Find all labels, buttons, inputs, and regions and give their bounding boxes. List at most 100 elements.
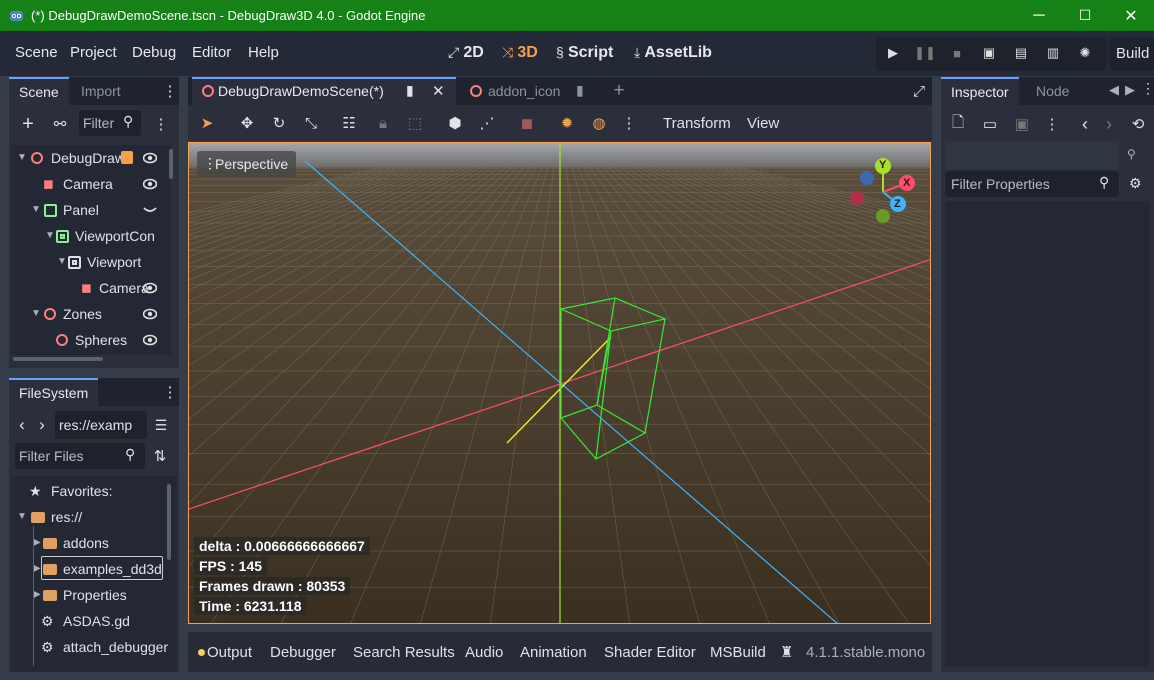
update-spinner-icon[interactable]: ♜ bbox=[780, 643, 793, 661]
list-item[interactable]: ⚙ ASDAS.gd bbox=[11, 608, 177, 634]
tab-scene[interactable]: Scene bbox=[9, 77, 69, 105]
distraction-free-icon[interactable]: ⤢ bbox=[908, 80, 930, 102]
snap-icon[interactable]: ⋰ bbox=[476, 112, 498, 134]
link-icon[interactable]: ⚯ bbox=[49, 113, 71, 135]
next-dock-icon[interactable]: ▶ bbox=[1125, 82, 1135, 98]
list-item[interactable]: ⚙ attach_debugger bbox=[11, 634, 177, 660]
tools-icon[interactable]: ⚙ bbox=[1129, 175, 1142, 192]
build-button[interactable]: Build bbox=[1110, 37, 1154, 71]
list-select-icon[interactable]: ☷ bbox=[338, 112, 360, 134]
tab-filesystem[interactable]: FileSystem bbox=[9, 378, 99, 406]
history-forward-icon[interactable]: › bbox=[1101, 113, 1117, 135]
tab-import[interactable]: Import bbox=[71, 77, 131, 105]
tab-inspector[interactable]: Inspector bbox=[941, 77, 1019, 105]
menu-help[interactable]: Help bbox=[248, 44, 279, 61]
workspace-3d-button[interactable]: ⤨ 3D bbox=[502, 44, 538, 62]
lock-icon[interactable]: 🔒︎ bbox=[372, 112, 394, 134]
environment-icon[interactable]: ◍ bbox=[588, 112, 610, 134]
maximize-button[interactable]: ☐ bbox=[1062, 0, 1108, 31]
menu-project[interactable]: Project bbox=[70, 44, 117, 61]
new-tab-icon[interactable]: + bbox=[608, 80, 630, 102]
visibility-eye-icon[interactable] bbox=[143, 307, 157, 321]
stop-icon[interactable]: ■ bbox=[943, 39, 971, 67]
rotate-tool-icon[interactable]: ↻ bbox=[268, 112, 290, 134]
file-tree-vscrollbar[interactable] bbox=[167, 484, 171, 560]
scene-filter-input[interactable]: Filter ⚲ bbox=[79, 110, 141, 136]
path-field[interactable]: res://examp bbox=[55, 411, 147, 439]
filter-properties-input[interactable]: Filter Properties ⚲ bbox=[945, 171, 1119, 197]
tab-search-results[interactable]: Search Results bbox=[353, 644, 455, 661]
workspace-script-button[interactable]: § Script bbox=[556, 44, 613, 62]
transform-menu[interactable]: Transform bbox=[663, 115, 731, 132]
tab-debugdrawdemoscene[interactable]: DebugDrawDemoScene(*) ▮ ✕ bbox=[192, 77, 456, 105]
dock-menu-icon[interactable]: ⋮ bbox=[1141, 80, 1154, 97]
close-icon[interactable]: ✕ bbox=[432, 82, 445, 100]
play-scene-icon[interactable]: ▤ bbox=[1007, 39, 1035, 67]
object-selector[interactable] bbox=[945, 141, 1119, 169]
list-item[interactable]: ★ Favorites: bbox=[11, 478, 177, 504]
move-tool-icon[interactable]: ✥ bbox=[236, 112, 258, 134]
list-item[interactable]: ▶ Properties bbox=[11, 582, 177, 608]
close-window-button[interactable]: ✕ bbox=[1108, 0, 1154, 31]
menu-scene[interactable]: Scene bbox=[15, 44, 58, 61]
scene-tree-hscrollbar[interactable] bbox=[13, 357, 103, 361]
play-custom-scene-icon[interactable]: ▥ bbox=[1039, 39, 1067, 67]
list-item[interactable]: ▶ examples_dd3d bbox=[11, 556, 177, 582]
minimize-button[interactable]: ─ bbox=[1016, 0, 1062, 31]
play-icon[interactable]: ▶ bbox=[879, 39, 907, 67]
tab-debugger[interactable]: Debugger bbox=[270, 644, 336, 661]
new-resource-icon[interactable]: 🗋︎ bbox=[947, 113, 969, 135]
sort-icon[interactable]: ⇅ bbox=[151, 446, 169, 466]
doc-icon[interactable]: ⚲ bbox=[1127, 147, 1136, 161]
inspector-options-icon[interactable]: ⋮ bbox=[1045, 113, 1060, 135]
visibility-hidden-icon[interactable] bbox=[143, 203, 157, 217]
script-attached-icon[interactable] bbox=[121, 151, 133, 164]
filter-files-input[interactable]: Filter Files ⚲ bbox=[15, 443, 145, 469]
tree-row[interactable]: ▼ Viewport bbox=[11, 249, 171, 275]
scene-tree-vscrollbar[interactable] bbox=[169, 149, 173, 179]
list-item[interactable]: ▶ addons bbox=[11, 530, 177, 556]
tab-msbuild[interactable]: MSBuild bbox=[710, 644, 766, 661]
list-item[interactable]: ▼ res:// bbox=[11, 504, 177, 530]
visibility-eye-icon[interactable] bbox=[143, 333, 157, 347]
view-menu[interactable]: View bbox=[747, 115, 779, 132]
viewport-3d[interactable]: ⋮ Perspective Y X Z delta : 0.0066666666… bbox=[188, 142, 931, 624]
dock-menu-icon[interactable]: ⋮ bbox=[163, 81, 178, 101]
tab-node[interactable]: Node bbox=[1026, 77, 1079, 105]
visibility-eye-icon[interactable] bbox=[143, 281, 157, 295]
movie-maker-icon[interactable]: ✺ bbox=[1071, 39, 1099, 67]
previous-dock-icon[interactable]: ◀ bbox=[1109, 82, 1119, 98]
menu-debug[interactable]: Debug bbox=[132, 44, 176, 61]
add-node-icon[interactable]: + bbox=[17, 113, 39, 135]
tab-audio[interactable]: Audio bbox=[465, 644, 503, 661]
remote-debug-icon[interactable]: ▣ bbox=[975, 39, 1003, 67]
local-space-icon[interactable]: ⬢ bbox=[444, 112, 466, 134]
dock-menu-icon[interactable]: ⋮ bbox=[163, 382, 178, 402]
group-icon[interactable]: ⬚ bbox=[404, 112, 426, 134]
more-options-icon[interactable]: ⋮ bbox=[622, 112, 637, 134]
tab-shader-editor[interactable]: Shader Editor bbox=[604, 644, 696, 661]
history-icon[interactable]: ⟲ bbox=[1127, 113, 1149, 135]
open-folder-icon[interactable]: ▭ bbox=[979, 113, 1001, 135]
scene-options-icon[interactable]: ⋮ bbox=[153, 113, 169, 135]
sun-icon[interactable]: ✹ bbox=[556, 112, 578, 134]
tree-row[interactable]: ▼ ViewportCon bbox=[11, 223, 171, 249]
workspace-assetlib-button[interactable]: ⤓ AssetLib bbox=[634, 44, 712, 62]
perspective-menu-button[interactable]: ⋮ Perspective bbox=[197, 151, 297, 177]
visibility-eye-icon[interactable] bbox=[143, 177, 157, 191]
scale-tool-icon[interactable]: ⤡ bbox=[300, 112, 322, 134]
camera-preview-icon[interactable]: ◼ bbox=[516, 112, 538, 134]
history-back-icon[interactable]: ‹ bbox=[1077, 113, 1093, 135]
tab-addon-icon[interactable]: addon_icon ▮ bbox=[458, 77, 598, 105]
save-icon[interactable]: ▣ bbox=[1011, 113, 1033, 135]
select-tool-icon[interactable]: ➤ bbox=[196, 112, 218, 134]
back-arrow-icon[interactable]: ‹ bbox=[15, 414, 29, 436]
pause-icon[interactable]: ❚❚ bbox=[911, 39, 939, 67]
menu-editor[interactable]: Editor bbox=[192, 44, 231, 61]
tab-output[interactable]: Output bbox=[207, 644, 252, 661]
workspace-2d-button[interactable]: ⤢ 2D bbox=[448, 44, 484, 62]
split-view-icon[interactable]: ☰ bbox=[152, 416, 170, 434]
forward-arrow-icon[interactable]: › bbox=[35, 414, 49, 436]
tab-animation[interactable]: Animation bbox=[520, 644, 587, 661]
visibility-eye-icon[interactable] bbox=[143, 151, 157, 165]
